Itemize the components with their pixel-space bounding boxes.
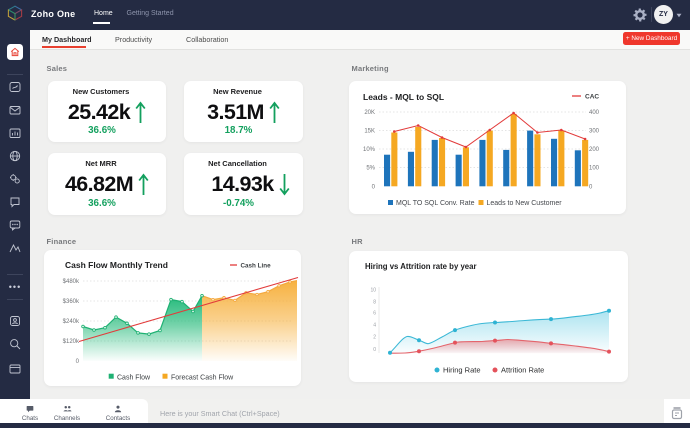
svg-text:Hiring vs Attrition rate by ye: Hiring vs Attrition rate by year — [365, 262, 477, 271]
svg-text:Cash Line: Cash Line — [241, 263, 272, 270]
svg-text:20K: 20K — [364, 110, 375, 116]
svg-text:200: 200 — [589, 147, 600, 153]
svg-text:400: 400 — [589, 110, 600, 116]
svg-text:$240k: $240k — [63, 319, 80, 325]
svg-text:4: 4 — [373, 323, 376, 329]
svg-text:0: 0 — [76, 359, 80, 365]
svg-text:Attrition Rate: Attrition Rate — [501, 366, 544, 375]
svg-text:10: 10 — [370, 288, 376, 294]
svg-text:8: 8 — [373, 300, 376, 306]
svg-text:0: 0 — [589, 184, 593, 190]
svg-text:$120k: $120k — [63, 339, 80, 345]
svg-text:$360k: $360k — [63, 299, 80, 305]
svg-text:Cash Flow Monthly Trend: Cash Flow Monthly Trend — [65, 260, 168, 270]
svg-text:Leads to New Customer: Leads to New Customer — [487, 200, 563, 207]
svg-text:Cash Flow: Cash Flow — [117, 375, 151, 382]
svg-text:MQL TO SQL Conv. Rate: MQL TO SQL Conv. Rate — [396, 200, 475, 207]
svg-text:$480k: $480k — [63, 279, 80, 285]
svg-text:6: 6 — [373, 311, 376, 317]
svg-text:300: 300 — [589, 129, 600, 135]
svg-text:0: 0 — [372, 184, 376, 190]
svg-text:Hiring Rate: Hiring Rate — [443, 366, 481, 375]
svg-text:Leads - MQL to SQL: Leads - MQL to SQL — [363, 92, 444, 102]
svg-text:2: 2 — [373, 335, 376, 341]
svg-text:Forecast Cash Flow: Forecast Cash Flow — [171, 375, 234, 382]
svg-text:5%: 5% — [366, 166, 375, 172]
svg-text:15K: 15K — [364, 129, 375, 135]
svg-text:CAC: CAC — [585, 94, 599, 101]
svg-text:10%: 10% — [363, 147, 376, 153]
svg-text:100: 100 — [589, 166, 600, 172]
svg-text:0: 0 — [373, 347, 376, 353]
